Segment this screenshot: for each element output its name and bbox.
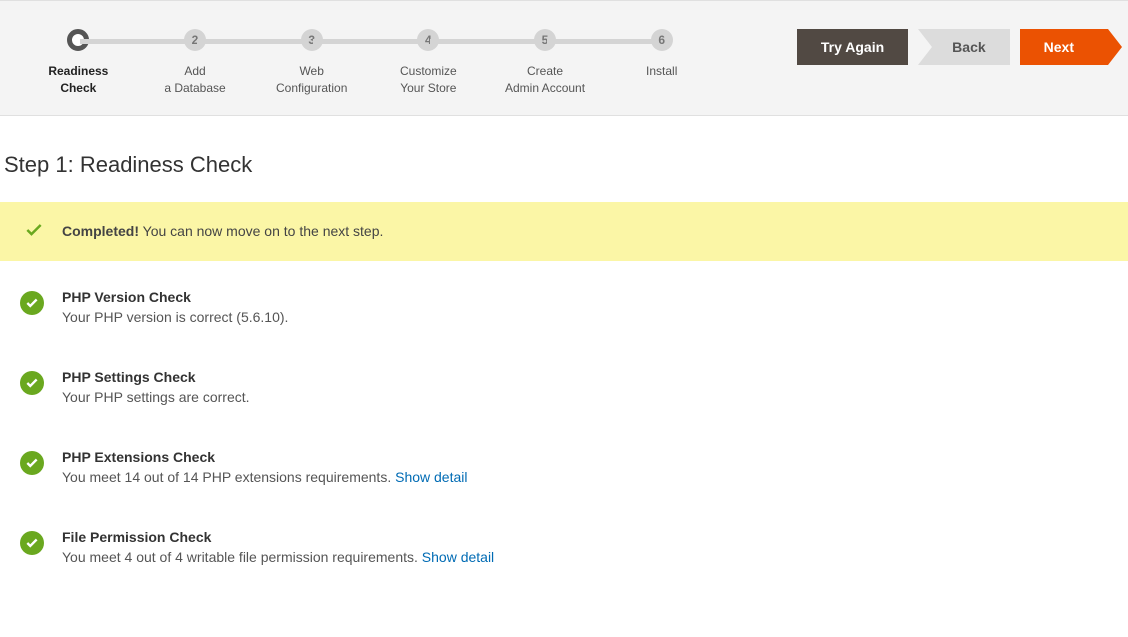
step-circle: 6 (651, 29, 673, 51)
page-title: Step 1: Readiness Check (0, 116, 1128, 202)
check-title: PHP Version Check (62, 289, 288, 305)
step-3[interactable]: 3WebConfiguration (253, 29, 370, 97)
show-detail-link[interactable]: Show detail (395, 469, 467, 485)
success-icon (20, 451, 44, 475)
check-description: Your PHP settings are correct. (62, 389, 250, 405)
check-description: You meet 4 out of 4 writable file permis… (62, 549, 494, 565)
success-icon (20, 371, 44, 395)
back-button[interactable]: Back (918, 29, 1009, 65)
try-again-button[interactable]: Try Again (797, 29, 908, 65)
step-4[interactable]: 4CustomizeYour Store (370, 29, 487, 97)
step-6[interactable]: 6 Install (603, 29, 720, 80)
check-icon (24, 220, 44, 243)
step-1[interactable]: ReadinessCheck (20, 29, 137, 97)
check-item: File Permission Check You meet 4 out of 4… (20, 529, 1108, 565)
check-title: File Permission Check (62, 529, 494, 545)
success-icon (20, 531, 44, 555)
check-description: Your PHP version is correct (5.6.10). (62, 309, 288, 325)
step-5[interactable]: 5CreateAdmin Account (487, 29, 604, 97)
action-buttons: Try Again Back Next (797, 29, 1108, 65)
check-description: You meet 14 out of 14 PHP extensions req… (62, 469, 468, 485)
check-item: PHP Version Check Your PHP version is cor… (20, 289, 1108, 325)
next-button[interactable]: Next (1020, 29, 1108, 65)
check-content: PHP Version Check Your PHP version is cor… (62, 289, 288, 325)
completion-alert: Completed! You can now move on to the ne… (0, 202, 1128, 261)
step-2[interactable]: 2Adda Database (137, 29, 254, 97)
show-detail-link[interactable]: Show detail (422, 549, 494, 565)
check-title: PHP Settings Check (62, 369, 250, 385)
step-label: Install (646, 63, 677, 80)
check-item: PHP Extensions Check You meet 14 out of 1… (20, 449, 1108, 485)
alert-text: Completed! You can now move on to the ne… (62, 223, 383, 239)
step-label: CreateAdmin Account (505, 63, 585, 97)
stepper: ReadinessCheck 2Adda Database3WebConfigur… (20, 29, 720, 97)
check-item: PHP Settings Check Your PHP settings are … (20, 369, 1108, 405)
check-list: PHP Version Check Your PHP version is cor… (0, 261, 1128, 637)
step-label: CustomizeYour Store (400, 63, 457, 97)
wizard-header: ReadinessCheck 2Adda Database3WebConfigur… (0, 0, 1128, 116)
step-label: ReadinessCheck (48, 63, 108, 97)
check-content: PHP Extensions Check You meet 14 out of 1… (62, 449, 468, 485)
step-label: WebConfiguration (276, 63, 347, 97)
step-label: Adda Database (164, 63, 225, 97)
success-icon (20, 291, 44, 315)
check-content: File Permission Check You meet 4 out of 4… (62, 529, 494, 565)
check-content: PHP Settings Check Your PHP settings are … (62, 369, 250, 405)
check-title: PHP Extensions Check (62, 449, 468, 465)
